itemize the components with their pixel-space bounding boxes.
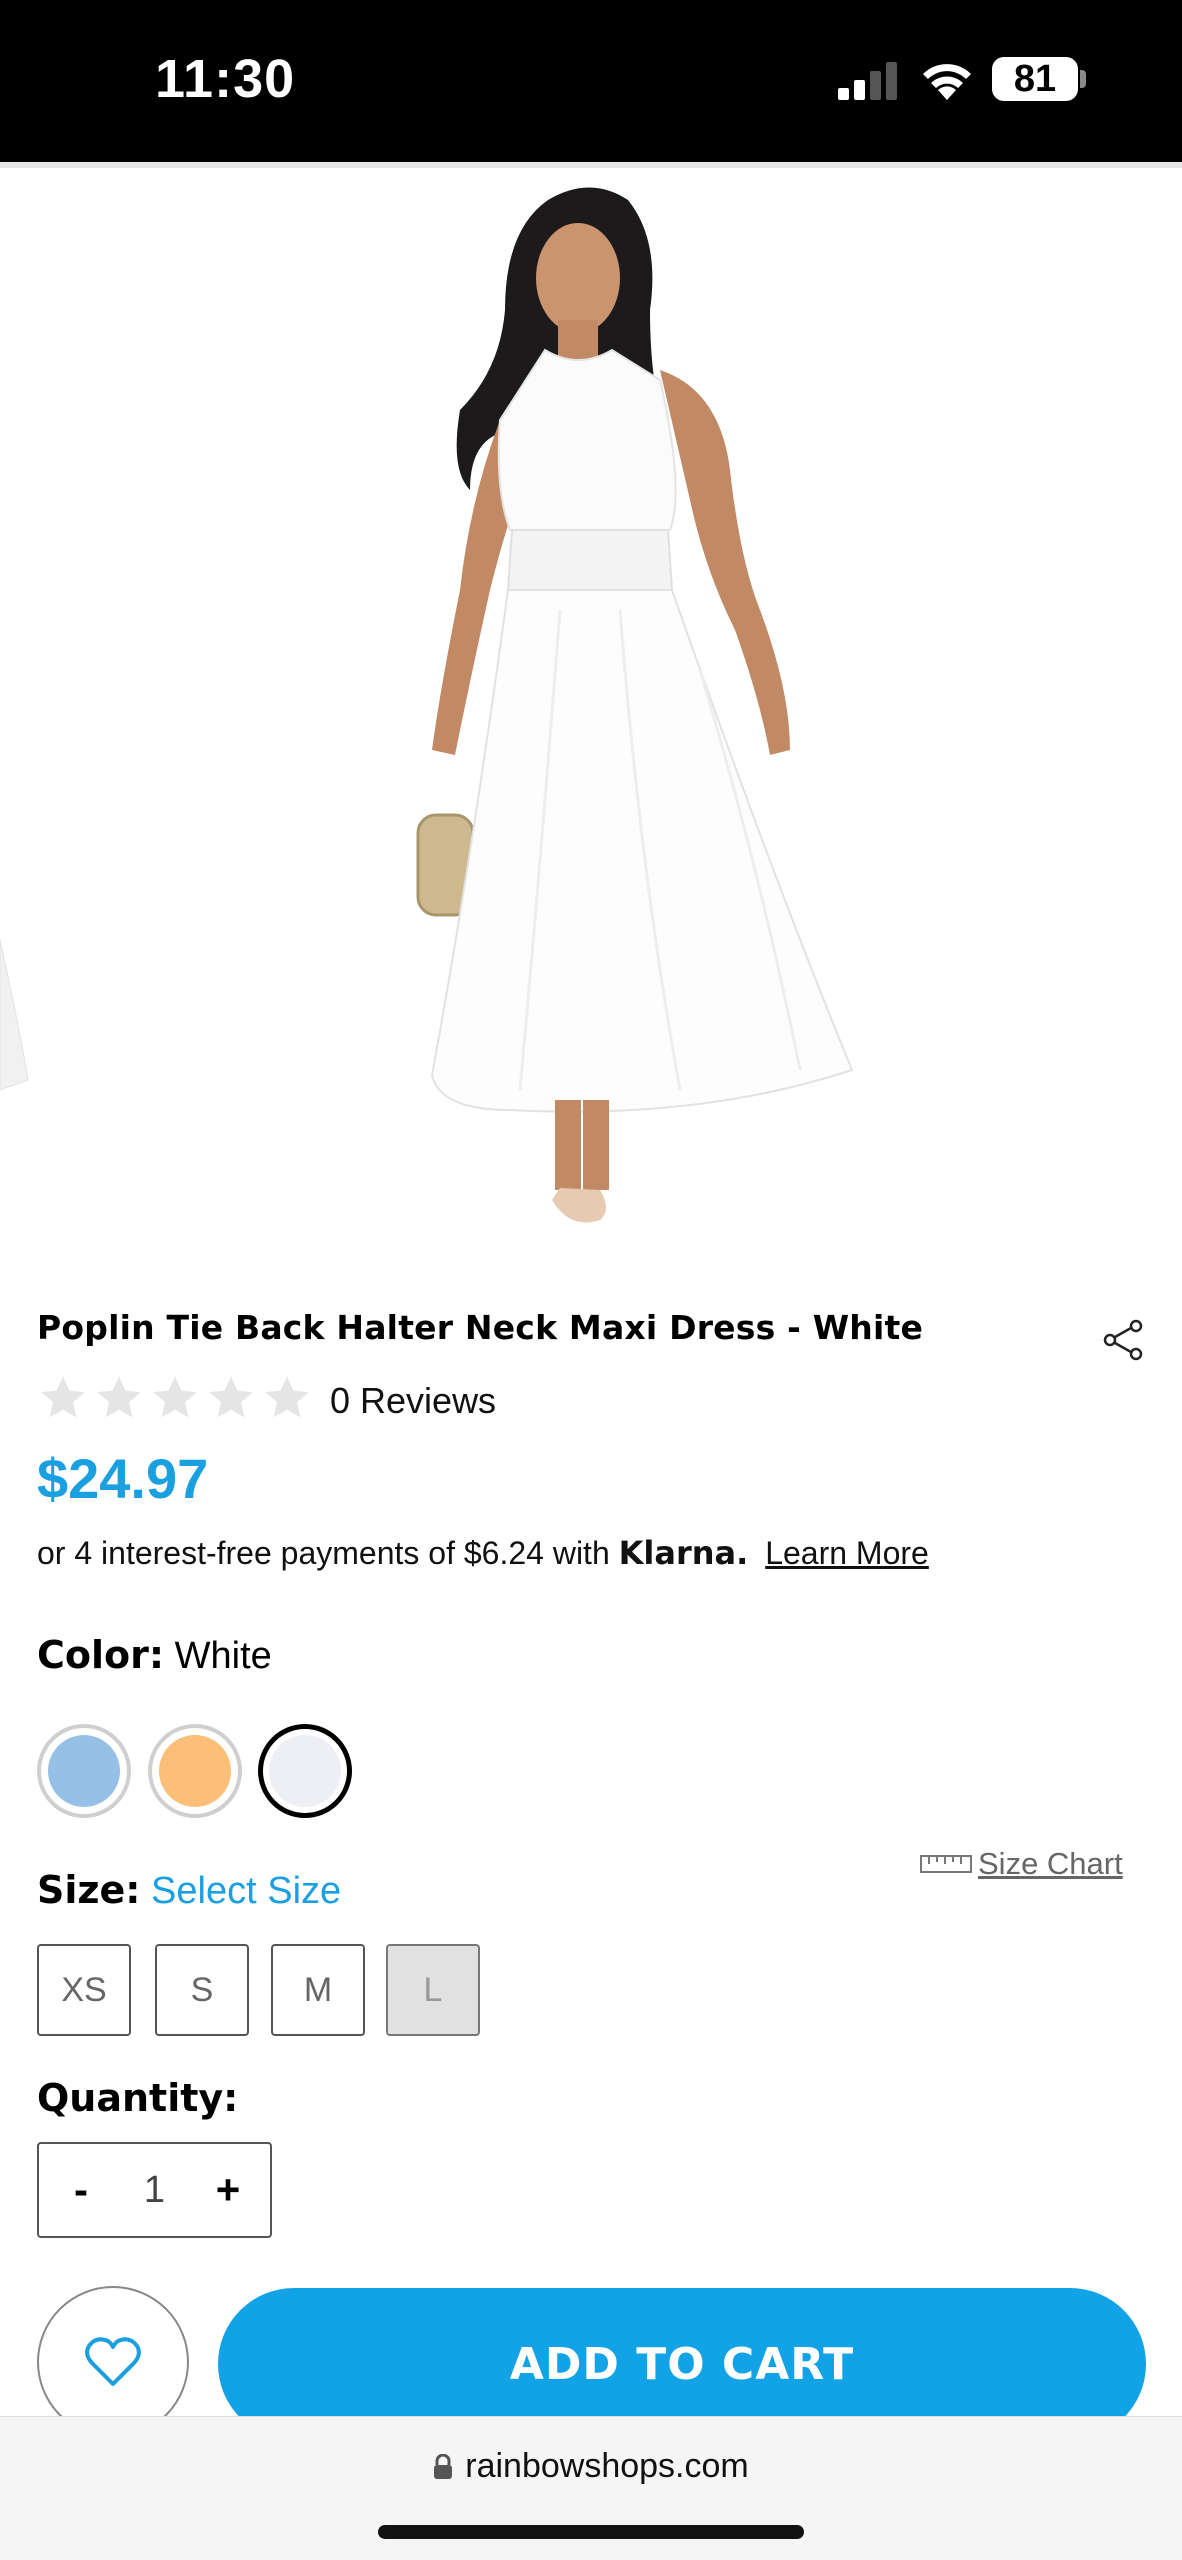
- swatch-fill: [48, 1735, 120, 1807]
- size-option-s[interactable]: S: [155, 1944, 249, 2036]
- size-option-m[interactable]: M: [271, 1944, 365, 2036]
- star-icon: [265, 1376, 309, 1418]
- size-row: Size: Select Size: [37, 1868, 341, 1913]
- quantity-decrement-button[interactable]: -: [61, 2166, 101, 2214]
- rating-stars[interactable]: [37, 1372, 313, 1424]
- color-swatch-light-blue[interactable]: [37, 1724, 131, 1818]
- battery-tip: [1080, 70, 1086, 88]
- quantity-label: Quantity:: [37, 2076, 239, 2120]
- cellular-signal-icon: [838, 62, 897, 100]
- color-label: Color:: [37, 1633, 165, 1677]
- status-bar: 11:30 81: [0, 0, 1182, 162]
- color-swatch-white[interactable]: [258, 1724, 352, 1818]
- battery-indicator: 81: [992, 57, 1078, 101]
- star-icon: [97, 1376, 141, 1418]
- swatch-fill: [269, 1735, 341, 1807]
- lock-icon: [434, 2453, 453, 2479]
- klarna-message: or 4 interest-free payments of $6.24 wit…: [37, 1534, 929, 1572]
- product-image[interactable]: [0, 170, 1182, 1275]
- wifi-icon: [923, 64, 971, 100]
- swatch-fill: [159, 1735, 231, 1807]
- size-chart-link[interactable]: Size Chart: [920, 1846, 1123, 1882]
- quantity-stepper: - 1 +: [37, 2142, 272, 2238]
- star-icon: [209, 1376, 253, 1418]
- star-icon: [41, 1376, 85, 1418]
- color-row: Color: White: [37, 1633, 272, 1678]
- klarna-prefix: or: [37, 1535, 66, 1571]
- ruler-icon: [920, 1855, 972, 1873]
- klarna-text: 4 interest-free payments of $6.24 with: [74, 1535, 610, 1571]
- reviews-link[interactable]: 0 Reviews: [330, 1380, 496, 1422]
- color-selected-value: White: [174, 1635, 272, 1677]
- status-time: 11:30: [155, 49, 296, 109]
- heart-icon: [85, 2337, 141, 2386]
- quantity-value[interactable]: 1: [144, 2169, 165, 2212]
- size-label: Size:: [37, 1868, 141, 1912]
- address-bar[interactable]: rainbowshops.com: [0, 2447, 1182, 2486]
- quantity-increment-button[interactable]: +: [208, 2166, 248, 2214]
- klarna-logo: Klarna.: [618, 1534, 749, 1572]
- size-chart-label: Size Chart: [978, 1846, 1123, 1881]
- product-title: Poplin Tie Back Halter Neck Maxi Dress -…: [37, 1308, 924, 1347]
- klarna-learn-more-link[interactable]: Learn More: [765, 1535, 929, 1571]
- size-option-xs[interactable]: XS: [37, 1944, 131, 2036]
- select-size-prompt: Select Size: [151, 1870, 342, 1912]
- size-option-l[interactable]: L: [386, 1944, 480, 2036]
- star-icon: [153, 1376, 197, 1418]
- home-indicator[interactable]: [378, 2525, 804, 2539]
- url-text: rainbowshops.com: [465, 2447, 749, 2485]
- browser-bar: rainbowshops.com: [0, 2416, 1182, 2560]
- product-photo: [0, 187, 854, 1223]
- header-divider: [0, 162, 1182, 168]
- color-swatch-orange[interactable]: [148, 1724, 242, 1818]
- product-price: $24.97: [37, 1447, 209, 1510]
- share-icon[interactable]: [1102, 1318, 1146, 1362]
